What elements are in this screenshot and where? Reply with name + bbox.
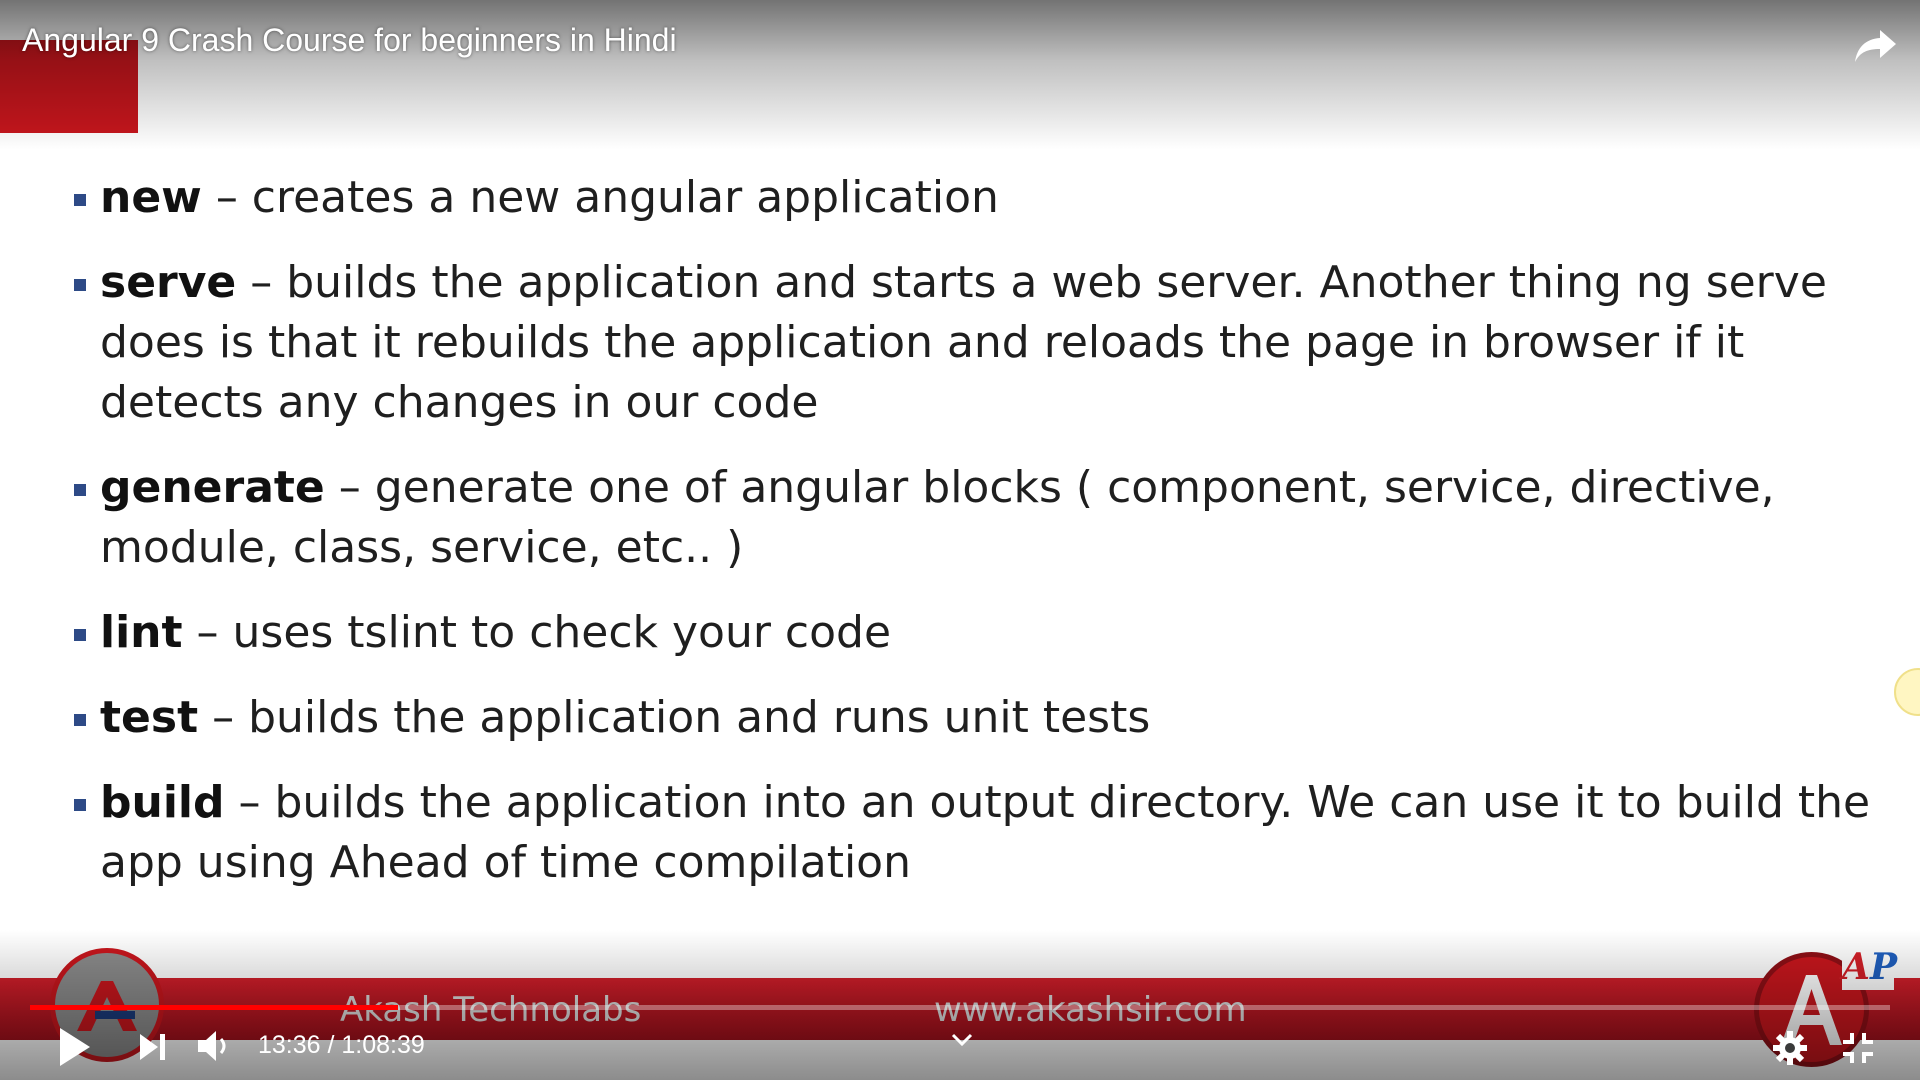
- bullet-generate: generate – generate one of angular block…: [72, 458, 1872, 578]
- bullet-marker: [74, 194, 86, 206]
- bullet-new: new – creates a new angular application: [72, 168, 1872, 228]
- volume-icon[interactable]: [196, 1028, 236, 1064]
- command-description: – builds the application and starts a we…: [100, 257, 1827, 428]
- bullet-marker: [74, 714, 86, 726]
- footer-url: www.akashsir.com: [934, 990, 1247, 1030]
- ap-badge-a: A: [1842, 946, 1870, 988]
- command-description: – generate one of angular blocks ( compo…: [100, 462, 1775, 573]
- command-description: – creates a new angular application: [201, 172, 999, 223]
- progress-bar[interactable]: [30, 1005, 1890, 1010]
- command-name: lint: [100, 607, 183, 658]
- bullet-marker: [74, 279, 86, 291]
- command-name: new: [100, 172, 202, 223]
- next-icon[interactable]: [136, 1030, 170, 1064]
- command-description: – builds the application and runs unit t…: [198, 692, 1151, 743]
- ap-badge: AP: [1842, 944, 1898, 990]
- bullet-test: test – builds the application and runs u…: [72, 688, 1872, 748]
- bullet-build: build – builds the application into an o…: [72, 773, 1872, 893]
- chevron-down-icon[interactable]: [950, 1032, 974, 1048]
- gear-icon[interactable]: [1772, 1030, 1808, 1066]
- cursor-highlight: [1894, 668, 1920, 716]
- exit-fullscreen-icon[interactable]: [1840, 1030, 1876, 1066]
- command-name: serve: [100, 257, 237, 308]
- slide-bullet-list: new – creates a new angular application …: [72, 168, 1872, 918]
- progress-played: [30, 1005, 399, 1010]
- bullet-serve: serve – builds the application and start…: [72, 253, 1872, 433]
- command-description: – builds the application into an output …: [100, 777, 1871, 888]
- command-name: generate: [100, 462, 325, 513]
- time-display: 13:36 / 1:08:39: [258, 1031, 425, 1059]
- bullet-marker: [74, 799, 86, 811]
- footer-brand: Akash Technolabs: [340, 990, 642, 1030]
- command-description: – uses tslint to check your code: [182, 607, 892, 658]
- bullet-marker: [74, 629, 86, 641]
- bullet-marker: [74, 484, 86, 496]
- ap-badge-p: P: [1869, 946, 1898, 988]
- play-icon[interactable]: [54, 1024, 94, 1070]
- bullet-lint: lint – uses tslint to check your code: [72, 603, 1872, 663]
- command-name: build: [100, 777, 225, 828]
- share-icon[interactable]: [1852, 24, 1900, 68]
- video-title[interactable]: Angular 9 Crash Course for beginners in …: [22, 22, 677, 59]
- command-name: test: [100, 692, 199, 743]
